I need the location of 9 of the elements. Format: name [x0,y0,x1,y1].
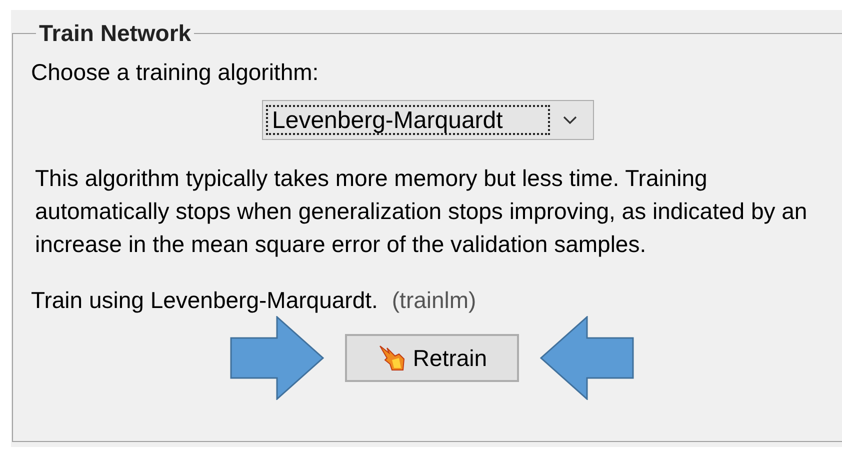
summary-label: Train using Levenberg-Marquardt. [31,287,378,314]
prompt-label: Choose a training algorithm: [31,59,320,86]
algorithm-dropdown[interactable]: Levenberg-Marquardt [262,100,594,140]
description-text: This algorithm typically takes more memory but less time. Training automatically stops when generalization stops improving, as indicated by an increase in the mean square error of the validation samples. [35,164,808,259]
chevron-down-icon [562,115,578,125]
retrain-button[interactable]: Retrain [345,334,519,382]
flame-icon [376,344,407,372]
function-name: (trainlm) [392,287,476,314]
group-title: Train Network [38,20,192,47]
